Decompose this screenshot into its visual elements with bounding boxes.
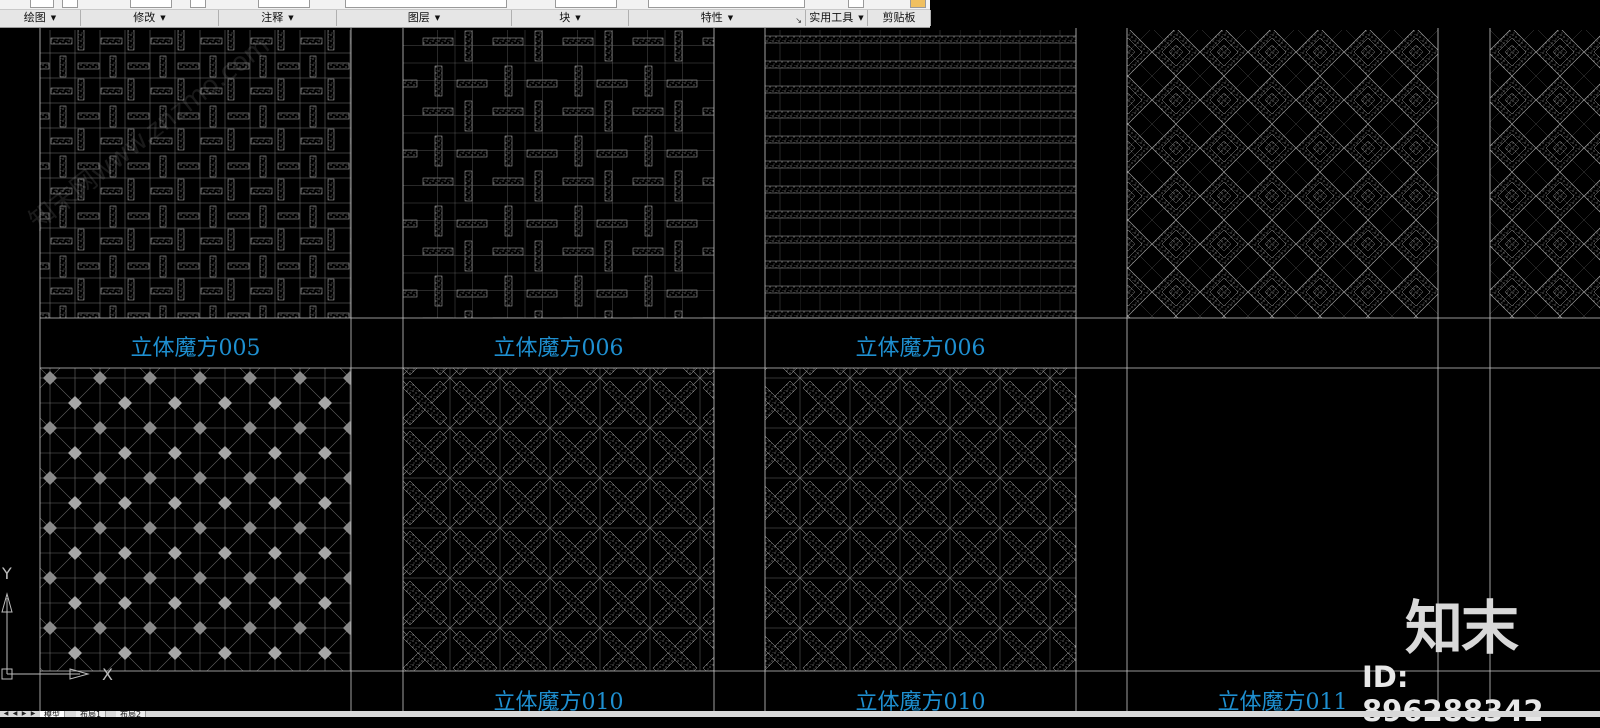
hatch-tile-010a[interactable] (403, 368, 714, 671)
block-insert-control[interactable] (555, 0, 617, 8)
property-dropdown[interactable] (648, 0, 805, 8)
chevron-down-icon: ▼ (50, 14, 57, 22)
ribbon-tool-button[interactable] (258, 0, 310, 8)
first-tab-icon[interactable]: ◀ (2, 711, 10, 717)
hatch-tile-007[interactable] (1127, 30, 1438, 318)
ribbon-tool-button[interactable] (62, 0, 78, 8)
caption-006a: 立体魔方006 (493, 336, 624, 361)
panel-block[interactable]: 块 ▼ (512, 10, 629, 26)
hatch-tile-006b[interactable] (765, 30, 1076, 318)
chevron-down-icon: ▼ (575, 14, 581, 22)
hatch-tile-006a[interactable] (403, 30, 714, 318)
ribbon-tool-button[interactable] (30, 0, 54, 8)
ucs-x-label: X (102, 665, 113, 684)
chevron-down-icon: ▼ (288, 14, 294, 22)
caption-006b: 立体魔方006 (855, 336, 986, 361)
watermark-logo: 知末 (1405, 594, 1519, 662)
hatch-tile-008[interactable] (1490, 30, 1600, 318)
chevron-down-icon: ▼ (727, 14, 734, 22)
panel-properties[interactable]: 特性 ▼ ↘ (629, 10, 806, 26)
dialog-launcher-icon[interactable]: ↘ (795, 13, 802, 29)
ucs-y-label: Y (2, 564, 12, 583)
panel-clipboard[interactable]: 剪贴板 (868, 10, 931, 26)
tab-model[interactable]: 模型 (40, 711, 65, 719)
tab-layout2[interactable]: 布局2 (116, 711, 147, 719)
layer-dropdown[interactable] (345, 0, 507, 8)
panel-draw[interactable]: 绘图 ▼ (0, 10, 81, 26)
chevron-down-icon: ▼ (858, 14, 864, 22)
tab-layout1[interactable]: 布局1 (76, 711, 107, 719)
panel-layers[interactable]: 图层 ▼ (337, 10, 512, 26)
watermark-id: ID: 896288342 (1362, 660, 1544, 728)
model-space-canvas[interactable]: 立体魔方005 立体魔方006 立体魔方006 立体魔方010 立体魔方010 … (0, 28, 1600, 728)
panel-annotate[interactable]: 注释 ▼ (219, 10, 337, 26)
chevron-down-icon: ▼ (434, 14, 441, 22)
ribbon-tool-button[interactable] (848, 0, 864, 8)
layout-tab-bar: ◀ ◀ ▶ ▶ 模型 布局1 布局2 (0, 711, 1600, 719)
ribbon-controls-row (0, 0, 930, 10)
ribbon-tool-button[interactable] (190, 0, 206, 8)
ribbon-tool-button[interactable] (130, 0, 172, 8)
paste-icon[interactable] (910, 0, 926, 8)
next-tab-icon[interactable]: ▶ (20, 711, 28, 717)
prev-tab-icon[interactable]: ◀ (11, 711, 19, 717)
hatch-tile-010b[interactable] (765, 368, 1076, 671)
drawing-svg (1, 28, 1600, 711)
panel-modify[interactable]: 修改 ▼ (81, 10, 219, 26)
caption-005: 立体魔方005 (130, 336, 261, 361)
last-tab-icon[interactable]: ▶ (29, 711, 37, 717)
hatch-tile-009[interactable] (40, 368, 351, 671)
ribbon: 绘图 ▼ 修改 ▼ 注释 ▼ 图层 ▼ 块 ▼ 特性 ▼ ↘ 实用工具 ▼ 剪贴板 (0, 0, 931, 28)
chevron-down-icon: ▼ (160, 14, 166, 22)
panel-utilities[interactable]: 实用工具 ▼ (806, 10, 868, 26)
